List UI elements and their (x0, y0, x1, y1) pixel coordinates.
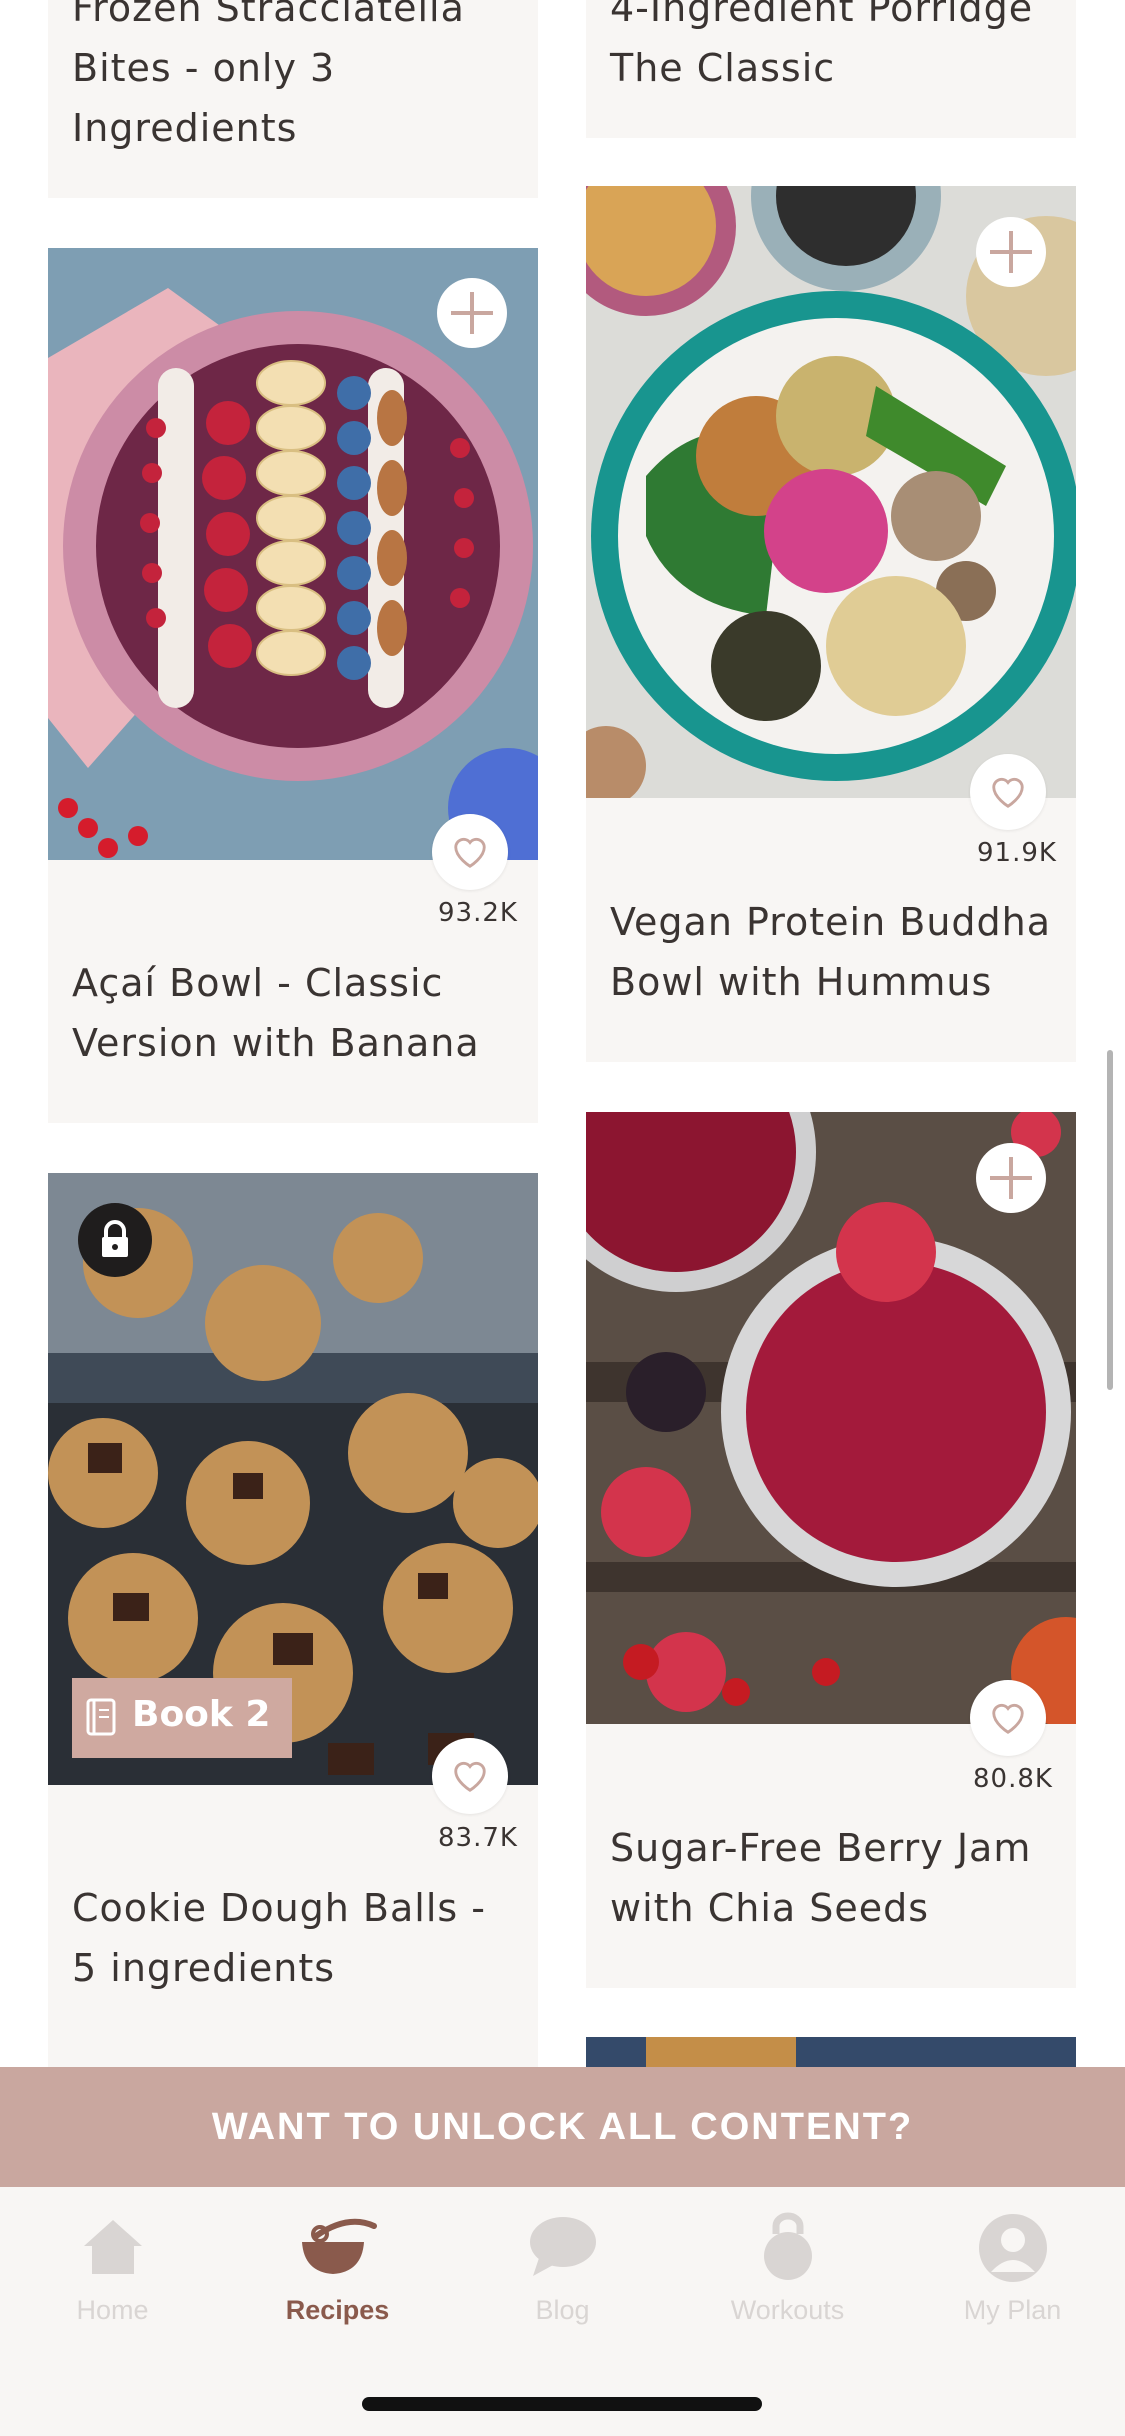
recipe-title: Cookie Dough Balls - 5 ingredients (72, 1886, 486, 1990)
add-to-plan-button[interactable] (976, 1143, 1046, 1213)
like-button[interactable] (970, 1680, 1046, 1756)
like-button[interactable] (432, 1738, 508, 1814)
tab-workouts[interactable]: Workouts (675, 2187, 900, 2357)
locked-badge (78, 1203, 152, 1277)
tab-blog[interactable]: Blog (450, 2187, 675, 2357)
tab-home[interactable]: Home (0, 2187, 225, 2357)
recipe-card[interactable]: Frozen Stracciatella Bites - only 3 Ingr… (48, 0, 538, 198)
heart-icon (992, 777, 1024, 808)
home-indicator (362, 2397, 762, 2411)
chat-bubble-icon (529, 2217, 596, 2276)
scrollbar[interactable] (1107, 1050, 1113, 1390)
book-badge: Book 2 (72, 1678, 292, 1758)
bowl-whisk-icon (301, 2218, 377, 2274)
recipe-title: 4-Ingredient Porridge The Classic (610, 0, 1034, 90)
heart-icon (454, 1761, 486, 1792)
recipe-title: Frozen Stracciatella Bites - only 3 Ingr… (72, 0, 465, 150)
recipe-title: Açaí Bowl - Classic Version with Banana (72, 961, 480, 1065)
heart-icon (992, 1703, 1024, 1734)
like-button[interactable] (970, 754, 1046, 830)
recipe-card[interactable]: 91.9K Vegan Protein Buddha Bowl with Hum… (586, 186, 1076, 1062)
like-count: 91.9K (977, 838, 1057, 868)
recipe-card[interactable]: 93.2K Açaí Bowl - Classic Version with B… (48, 248, 538, 1123)
like-count: 83.7K (438, 1823, 518, 1853)
kettlebell-icon (763, 2212, 812, 2280)
unlock-content-banner[interactable]: WANT TO UNLOCK ALL CONTENT? (0, 2067, 1125, 2187)
add-to-plan-button[interactable] (976, 217, 1046, 287)
recipe-card[interactable]: Book 2 83.7K Cookie Dough Balls - 5 ingr… (48, 1173, 538, 2043)
tab-recipes[interactable]: Recipes (225, 2187, 450, 2357)
recipe-card[interactable]: 4-Ingredient Porridge The Classic (586, 0, 1076, 138)
heart-icon (454, 837, 486, 868)
like-count: 93.2K (438, 898, 518, 928)
recipe-card[interactable]: 80.8K Sugar-Free Berry Jam with Chia See… (586, 1112, 1076, 1988)
recipe-image-partial (646, 2037, 796, 2067)
like-count: 80.8K (973, 1764, 1053, 1794)
lock-icon (102, 1220, 128, 1257)
tab-my-plan[interactable]: My Plan (900, 2187, 1125, 2357)
profile-icon (978, 2214, 1047, 2282)
like-button[interactable] (432, 814, 508, 890)
add-to-plan-button[interactable] (437, 278, 507, 348)
recipe-title: Vegan Protein Buddha Bowl with Hummus (610, 900, 1052, 1004)
home-icon (83, 2220, 142, 2274)
recipe-title: Sugar-Free Berry Jam with Chia Seeds (610, 1826, 1032, 1930)
